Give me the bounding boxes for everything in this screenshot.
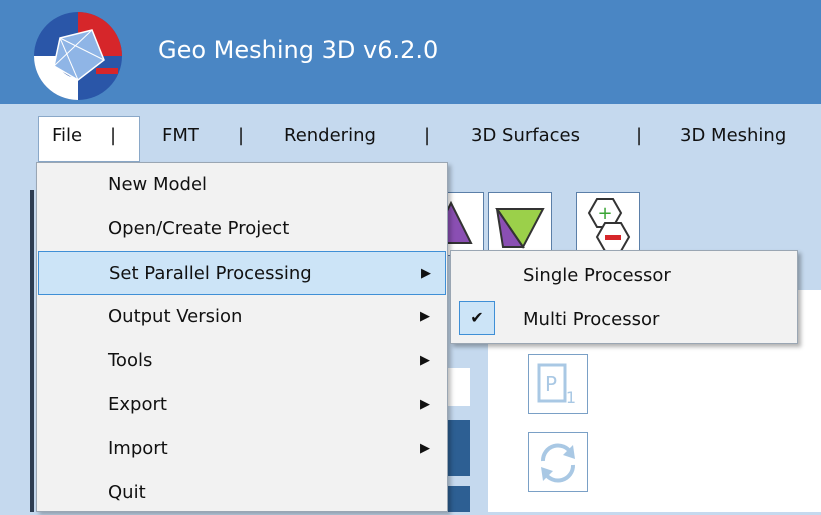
menu-item-import[interactable]: Import ▶: [38, 427, 446, 471]
menu-separator: |: [636, 125, 643, 146]
checkmark-icon: ✔: [459, 301, 495, 335]
menu-separator: |: [424, 125, 431, 146]
add-remove-hexagon-icon: +: [587, 198, 631, 252]
menu-separator: |: [238, 125, 245, 146]
menu-3d-surfaces[interactable]: 3D Surfaces: [471, 125, 580, 146]
title-bar: Geo Meshing 3D v6.2.0: [0, 0, 821, 104]
submenu-arrow-icon: ▶: [420, 397, 430, 412]
refresh-icon: [540, 443, 576, 483]
left-pane-border: [30, 190, 34, 512]
menu-fmt[interactable]: FMT: [162, 125, 199, 146]
file-menu-dropdown: New Model Open/Create Project Set Parall…: [36, 162, 448, 512]
submenu-arrow-icon: ▶: [420, 441, 430, 456]
menu-item-open-create-project[interactable]: Open/Create Project: [38, 207, 446, 251]
menu-separator: |: [110, 125, 117, 146]
side-panel-button[interactable]: [448, 486, 470, 512]
geo-meshing-logo-icon: [34, 12, 122, 100]
menu-file[interactable]: File: [52, 125, 82, 146]
menu-item-new-model[interactable]: New Model: [38, 163, 446, 207]
menu-item-label: Tools: [108, 350, 153, 371]
menu-item-label: Quit: [108, 482, 146, 503]
refresh-button[interactable]: [528, 432, 588, 492]
svg-text:+: +: [597, 203, 612, 224]
submenu-arrow-icon: ▶: [420, 309, 430, 324]
menu-item-label: Multi Processor: [523, 309, 660, 330]
menu-item-single-processor[interactable]: Single Processor: [451, 253, 797, 297]
menu-item-label: Single Processor: [523, 265, 671, 286]
p1-button[interactable]: P 1: [528, 354, 588, 414]
parallel-processing-submenu: Single Processor ✔ Multi Processor: [450, 250, 798, 344]
app-title: Geo Meshing 3D v6.2.0: [158, 36, 439, 64]
menu-item-set-parallel-processing[interactable]: Set Parallel Processing ▶: [38, 251, 446, 295]
menu-item-label: New Model: [108, 174, 208, 195]
triangle-mesh-icon: [495, 208, 545, 249]
menu-item-label: Output Version: [108, 306, 243, 327]
menu-item-label: Export: [108, 394, 167, 415]
toolbar-triangle-mesh-button[interactable]: [488, 192, 552, 256]
menu-item-tools[interactable]: Tools ▶: [38, 339, 446, 383]
menu-item-output-version[interactable]: Output Version ▶: [38, 295, 446, 339]
menu-rendering[interactable]: Rendering: [284, 125, 376, 146]
submenu-arrow-icon: ▶: [421, 266, 431, 281]
menu-item-label: Set Parallel Processing: [109, 263, 312, 284]
menu-3d-meshing[interactable]: 3D Meshing: [680, 125, 786, 146]
menu-item-label: Import: [108, 438, 168, 459]
menu-item-label: Open/Create Project: [108, 218, 290, 239]
submenu-arrow-icon: ▶: [420, 353, 430, 368]
svg-text:P: P: [545, 372, 557, 396]
p1-icon: P 1: [537, 363, 576, 407]
side-panel-button[interactable]: [448, 420, 470, 476]
svg-text:1: 1: [566, 388, 576, 407]
side-panel-field: [448, 368, 470, 406]
toolbar-add-remove-button[interactable]: +: [576, 192, 640, 256]
menu-item-quit[interactable]: Quit: [38, 471, 446, 515]
menu-item-multi-processor[interactable]: ✔ Multi Processor: [451, 297, 797, 341]
menu-item-export[interactable]: Export ▶: [38, 383, 446, 427]
